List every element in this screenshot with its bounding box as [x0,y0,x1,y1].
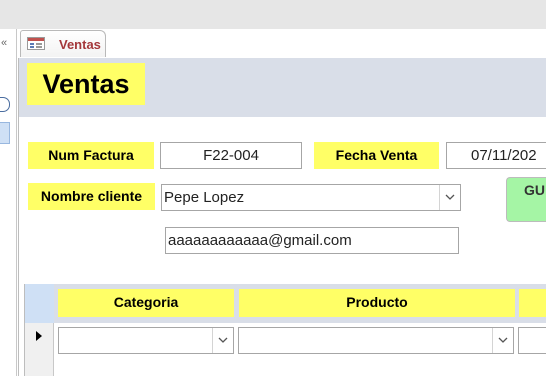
num-factura-label: Num Factura [28,142,154,169]
chevron-down-icon[interactable] [439,185,460,210]
nav-selected-item[interactable] [0,122,10,144]
form-header: Ventas [19,58,546,117]
fecha-venta-label: Fecha Venta [314,142,439,169]
save-button[interactable]: GU [506,177,546,222]
navigation-pane[interactable]: « [0,29,17,376]
chevron-left-icon[interactable]: « [1,38,7,49]
num-factura-field[interactable]: F22-004 [160,142,302,169]
producto-combo[interactable] [238,327,514,354]
chevron-down-icon[interactable] [492,328,513,353]
column-header-categoria: Categoria [58,289,234,317]
subform-header: Categoria Producto [25,284,546,323]
save-button-label: GU [524,182,545,198]
chevron-down-icon[interactable] [212,328,233,353]
nombre-cliente-value: Pepe Lopez [164,189,245,206]
subform-detalle: Categoria Producto [24,284,546,376]
tab-label: Ventas [59,37,101,52]
tab-ventas[interactable]: Ventas [20,30,106,57]
document-tab-bar: Ventas [18,29,546,58]
form-ventas: Ventas Num Factura F22-004 Fecha Venta 0… [18,58,546,376]
fecha-venta-field[interactable]: 07/11/202 [446,142,546,169]
page-title: Ventas [27,63,145,105]
categoria-combo[interactable] [58,327,234,354]
extra-field[interactable] [518,327,546,354]
nombre-cliente-combo[interactable]: Pepe Lopez [161,184,461,211]
subform-corner [25,284,54,323]
nombre-cliente-label: Nombre cliente [28,183,155,210]
app-top-strip [0,0,546,29]
record-selector[interactable] [25,323,54,376]
search-icon[interactable] [0,97,10,112]
column-header-extra [519,289,546,317]
form-icon [27,37,45,50]
email-field[interactable]: aaaaaaaaaaaa@gmail.com [165,227,459,254]
column-header-producto: Producto [239,289,515,317]
